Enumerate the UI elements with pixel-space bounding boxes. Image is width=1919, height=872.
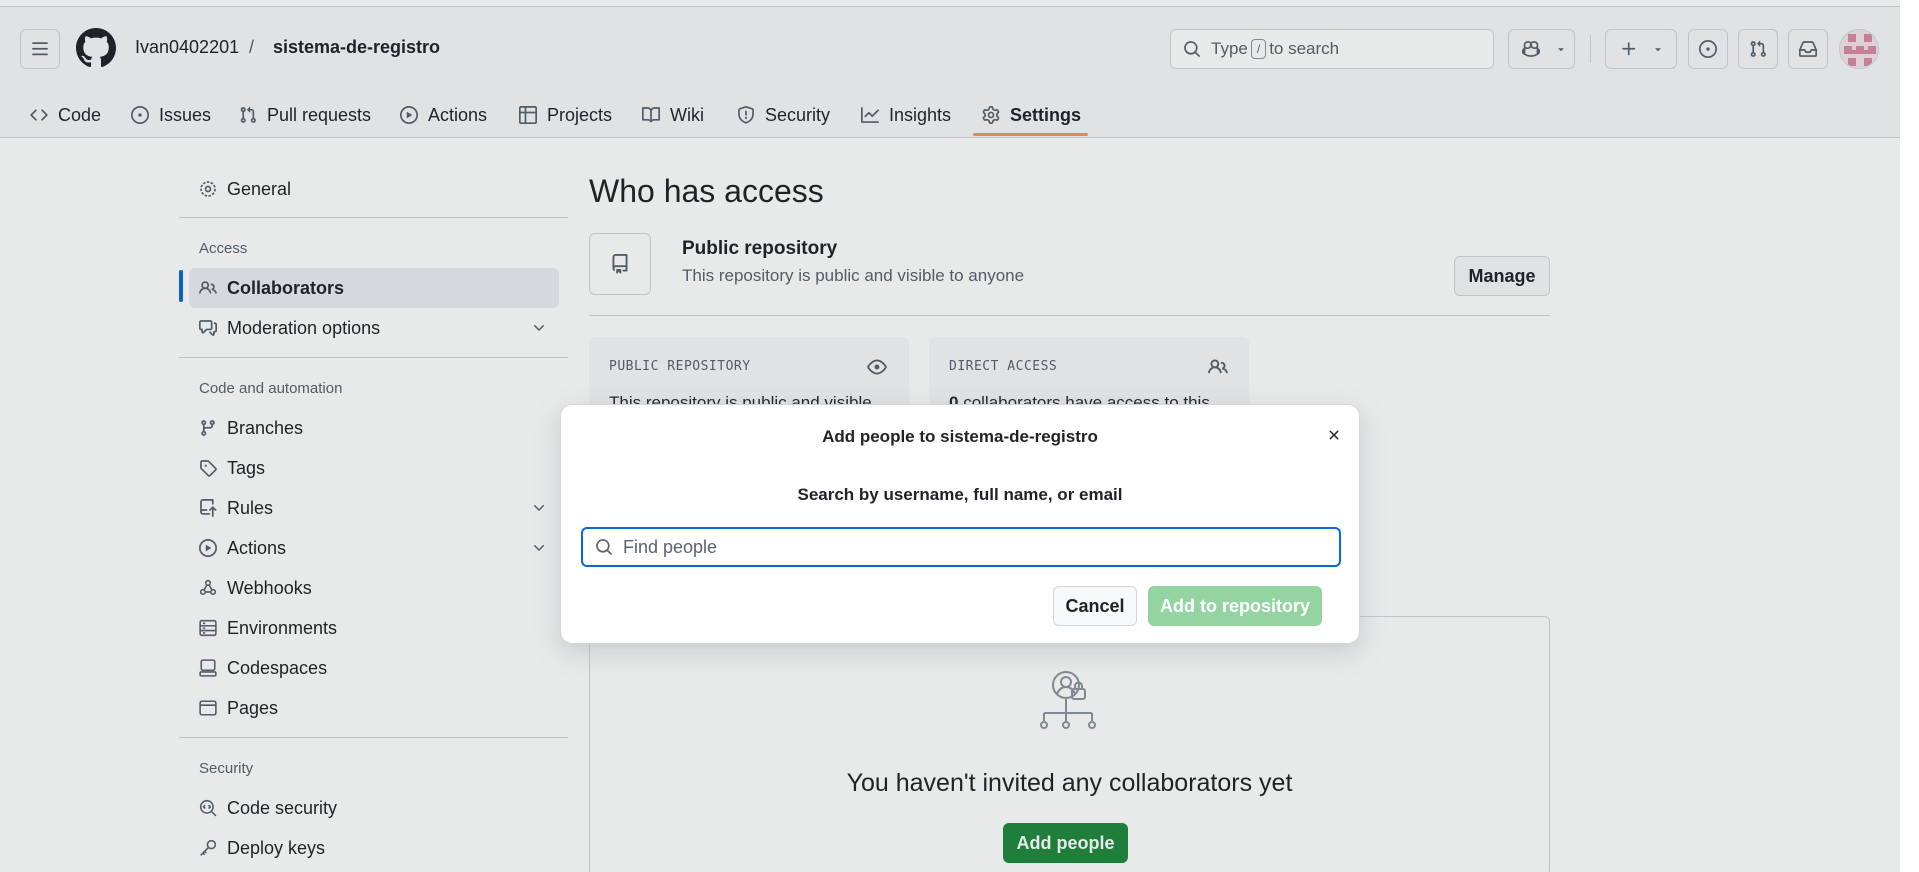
add-people-dialog: Add people to sistema-de-registro Search… xyxy=(560,404,1360,644)
cancel-button[interactable]: Cancel xyxy=(1053,586,1137,626)
add-to-repository-button[interactable]: Add to repository xyxy=(1148,586,1322,626)
dialog-search-label: Search by username, full name, or email xyxy=(797,485,1123,504)
find-people-placeholder: Find people xyxy=(623,536,718,557)
search-icon xyxy=(596,539,612,555)
dialog-title: Add people to sistema-de-registro xyxy=(822,427,1098,446)
close-icon xyxy=(1329,430,1339,440)
close-button[interactable] xyxy=(1322,423,1346,447)
page: Ivan0402201 / sistema-de-registro Type /… xyxy=(0,0,1900,872)
page-scrollbar[interactable] xyxy=(1900,0,1919,872)
find-people-input[interactable]: Find people xyxy=(581,527,1341,567)
